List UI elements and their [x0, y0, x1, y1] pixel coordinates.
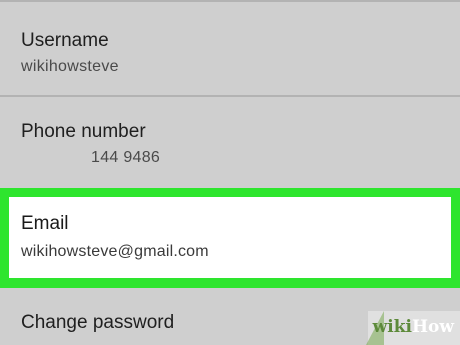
username-value: wikihowsteve	[21, 58, 119, 75]
email-value: wikihowsteve@gmail.com	[21, 243, 209, 260]
change-password-label: Change password	[21, 312, 175, 333]
phone-number-label: Phone number	[21, 121, 146, 142]
email-label: Email	[21, 213, 69, 234]
wikihow-watermark: wikiHow	[366, 311, 460, 345]
username-row[interactable]: Username wikihowsteve	[0, 2, 460, 95]
wikihow-logo-text: wikiHow	[372, 317, 454, 337]
username-label: Username	[21, 30, 109, 51]
email-highlight-frame: Email wikihowsteve@gmail.com	[0, 188, 460, 288]
phone-number-value: 144 9486	[91, 149, 161, 166]
email-row[interactable]: Email wikihowsteve@gmail.com	[9, 197, 451, 278]
phone-number-row[interactable]: Phone number 144 9486	[0, 97, 460, 188]
